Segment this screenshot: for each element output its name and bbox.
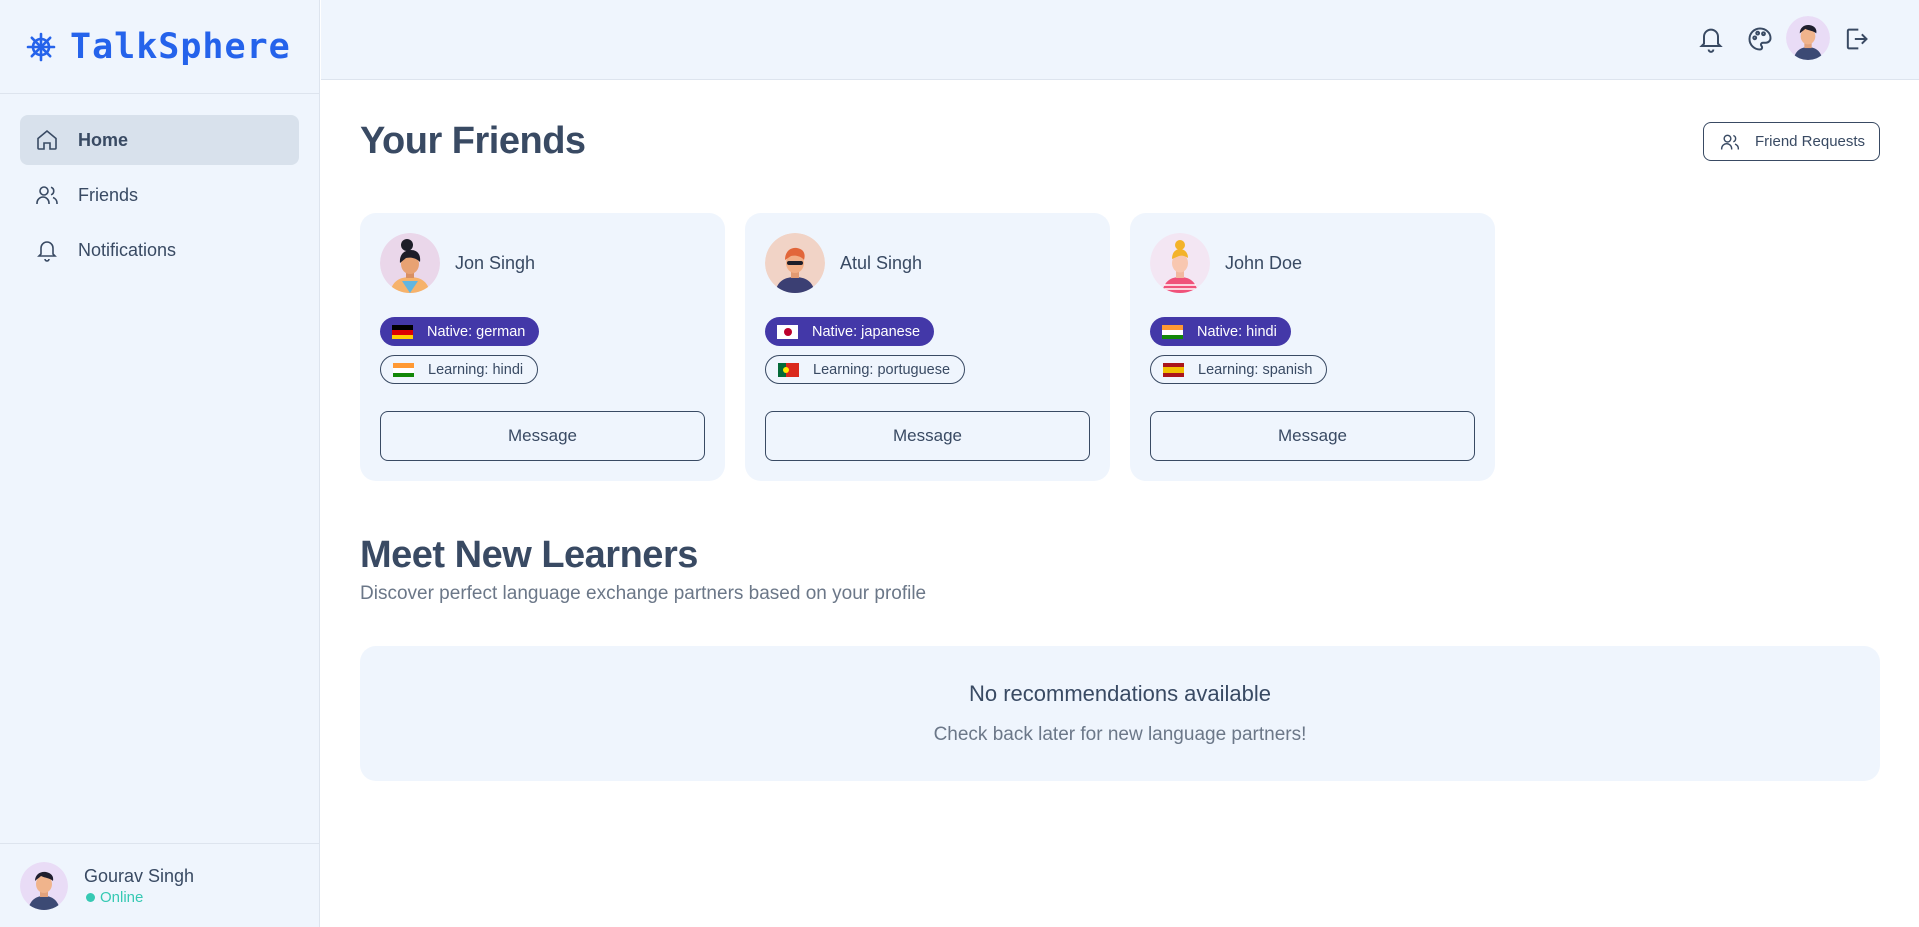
native-language-badge: Native: japanese <box>765 317 935 346</box>
native-language-label: Native: japanese <box>812 323 921 340</box>
user-status: Online <box>84 889 194 906</box>
friend-card: Jon Singh Native: german Learning: hindi… <box>360 213 725 481</box>
japan-flag-icon <box>777 324 798 339</box>
sidebar-item-label: Notifications <box>78 239 177 260</box>
sidebar-item-notifications[interactable]: Notifications <box>20 225 299 275</box>
friends-title: Your Friends <box>360 120 586 162</box>
india-flag-icon <box>1162 324 1183 339</box>
message-button[interactable]: Message <box>765 411 1090 461</box>
sidebar-item-friends[interactable]: Friends <box>20 170 299 220</box>
learning-language-badge: Learning: spanish <box>1150 355 1328 384</box>
palette-icon <box>1748 27 1772 51</box>
learners-title: Meet New Learners <box>360 534 698 576</box>
friend-requests-label: Friend Requests <box>1755 133 1866 150</box>
learning-language-label: Learning: spanish <box>1198 361 1313 378</box>
native-language-label: Native: german <box>427 323 526 340</box>
learning-language-badge: Learning: hindi <box>380 355 539 384</box>
sidebar-item-label: Friends <box>78 184 139 205</box>
empty-state-title: No recommendations available <box>968 681 1272 706</box>
learning-language-label: Learning: portuguese <box>813 361 951 378</box>
sidebar: TalkSphere Home Friends Notifications Go… <box>0 0 320 927</box>
logout-icon <box>1846 28 1868 50</box>
native-language-badge: Native: german <box>380 317 540 346</box>
theme-button[interactable] <box>1744 22 1776 56</box>
empty-state-text: Check back later for new language partne… <box>933 724 1307 745</box>
sidebar-item-home[interactable]: Home <box>20 115 299 165</box>
current-user: Gourav Singh Online <box>0 843 319 927</box>
friend-card: Atul Singh Native: japanese Learning: po… <box>745 213 1110 481</box>
empty-state: No recommendations available Check back … <box>360 646 1880 781</box>
avatar[interactable] <box>1786 16 1830 60</box>
learners-subtitle: Discover perfect language exchange partn… <box>360 583 927 604</box>
topbar <box>321 0 1919 80</box>
ship-wheel-icon <box>26 32 56 61</box>
user-name: Gourav Singh <box>84 865 195 886</box>
home-icon <box>37 129 57 150</box>
avatar <box>765 233 825 293</box>
message-button[interactable]: Message <box>380 411 705 461</box>
status-label: Online <box>100 888 144 906</box>
avatar[interactable] <box>20 861 68 910</box>
users-icon <box>36 186 58 204</box>
new-learners-section: Meet New Learners Discover perfect langu… <box>360 534 1880 781</box>
app-title: TalkSphere <box>70 26 291 67</box>
portugal-flag-icon <box>778 362 799 377</box>
avatar <box>380 233 440 293</box>
learning-language-label: Learning: hindi <box>428 361 524 378</box>
users-icon <box>1720 134 1740 149</box>
friend-name: Atul Singh <box>840 252 923 273</box>
native-language-label: Native: hindi <box>1197 323 1277 340</box>
germany-flag-icon <box>392 324 413 339</box>
friend-name: Jon Singh <box>455 252 536 273</box>
friend-requests-button[interactable]: Friend Requests <box>1703 122 1880 161</box>
spain-flag-icon <box>1163 362 1184 377</box>
sidebar-nav: Home Friends Notifications <box>0 94 319 301</box>
brand[interactable]: TalkSphere <box>0 0 319 94</box>
notifications-button[interactable] <box>1695 22 1727 56</box>
native-language-badge: Native: hindi <box>1150 317 1291 346</box>
bell-icon <box>1699 28 1723 53</box>
india-flag-icon <box>393 362 414 377</box>
logout-button[interactable] <box>1840 22 1872 56</box>
online-dot-icon <box>86 892 95 902</box>
friends-list: Jon Singh Native: german Learning: hindi… <box>360 213 1495 481</box>
learning-language-badge: Learning: portuguese <box>765 355 966 384</box>
avatar <box>1150 233 1210 293</box>
friend-card: John Doe Native: hindi Learning: spanish… <box>1130 213 1495 481</box>
bell-icon <box>37 241 57 262</box>
message-button[interactable]: Message <box>1150 411 1475 461</box>
sidebar-item-label: Home <box>78 129 129 150</box>
friend-name: John Doe <box>1225 252 1303 273</box>
